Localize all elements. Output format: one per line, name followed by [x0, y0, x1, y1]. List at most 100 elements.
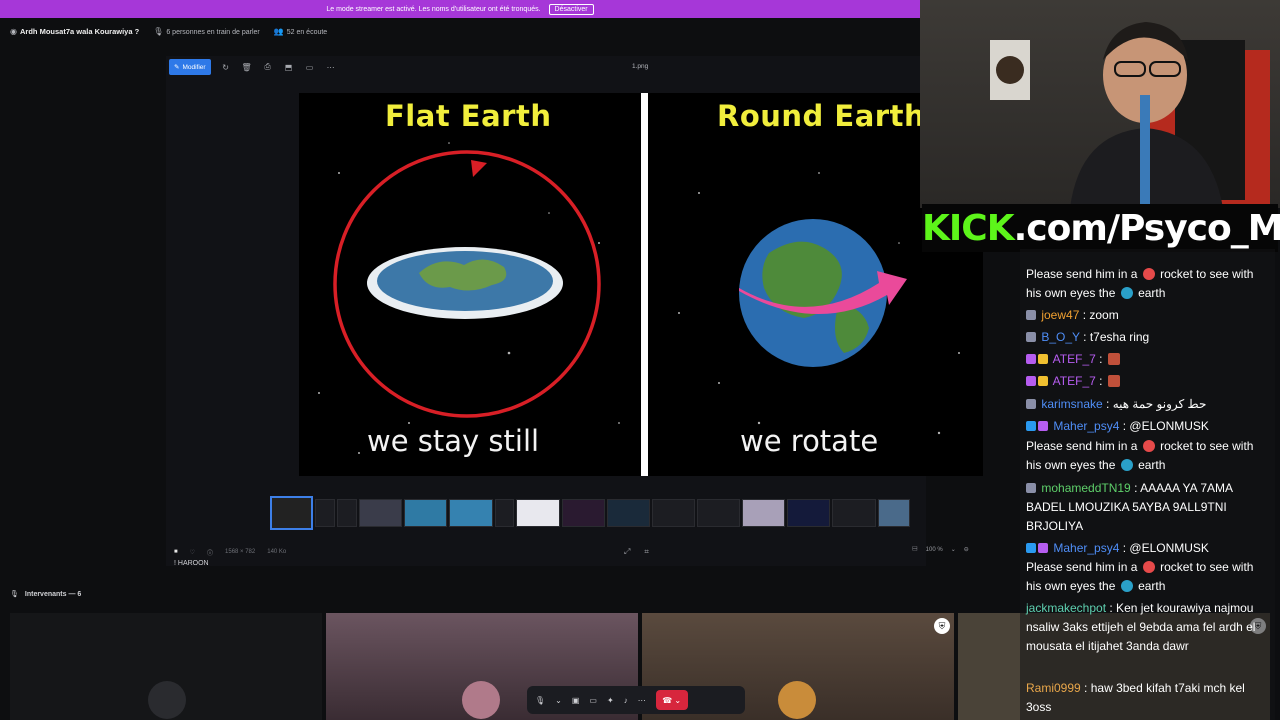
chat-username[interactable]: Maher_psy4	[1053, 419, 1119, 433]
modify-button[interactable]: ✎ Modifier	[169, 59, 211, 75]
app-root: Le mode streamer est activé. Les noms d'…	[0, 0, 1280, 720]
thumbnail[interactable]	[270, 496, 314, 530]
chat-username[interactable]: mohameddTN19	[1041, 481, 1130, 495]
chat-message: Maher_psy4 : @ELONMUSK	[1026, 417, 1271, 436]
speakers-label: Intervenants — 6	[24, 591, 82, 598]
listening-count-wrap: 👥 52 en écoute	[274, 27, 327, 36]
thumbnail[interactable]	[651, 499, 696, 527]
delete-icon[interactable]: 🗑	[241, 61, 253, 73]
chat-username[interactable]: Maher_psy4	[1053, 541, 1119, 555]
chat-username[interactable]: karimsnake	[1041, 397, 1102, 411]
thumbnail[interactable]	[606, 499, 650, 527]
globe-icon	[1120, 459, 1133, 471]
chat-username[interactable]: B_O_Y	[1041, 330, 1079, 344]
save-icon[interactable]: ⬒	[283, 61, 295, 73]
soundboard-icon[interactable]: ♪	[624, 696, 628, 705]
chat-text: : zoom	[1082, 308, 1119, 322]
thumbnail[interactable]	[315, 499, 336, 527]
chat-message: B_O_Y : t7esha ring	[1026, 328, 1271, 347]
chat-username[interactable]: ATEF_7	[1053, 374, 1096, 388]
chat-text: : حط كرونو حمة هيه	[1106, 397, 1207, 411]
crop-icon[interactable]: ⌗	[644, 547, 649, 557]
screen-share-icon[interactable]: ▭	[589, 696, 597, 705]
details-icon[interactable]: ⓘ	[207, 548, 213, 557]
info-icon[interactable]: ▭	[304, 61, 316, 73]
chat-message: karimsnake : حط كرونو حمة هيه	[1026, 395, 1271, 414]
thumbnail[interactable]	[742, 499, 786, 527]
chat-message: mohameddTN19 : AAAAA YA 7AMA BADEL LMOUZ…	[1026, 479, 1271, 536]
badge-icon	[1026, 332, 1036, 342]
leave-call-button[interactable]: ☎ ⌄	[655, 690, 688, 710]
fit-icon[interactable]: ▭	[912, 546, 918, 553]
zoom-bar: ▭ 100 % ⌄ ⊖	[912, 546, 969, 554]
banner-text: Le mode streamer est activé. Les noms d'…	[326, 5, 541, 13]
kick-logo-text: KICK	[922, 207, 1015, 249]
left-caption: we stay still	[367, 424, 540, 458]
viewer-toolbar: ✎ Modifier ↻ 🗑 ⎙ ⬒ ▭ ⋯	[166, 56, 926, 78]
chat-message: Please send him in a rocket to see with …	[1026, 265, 1271, 303]
thumbnail[interactable]	[359, 499, 403, 527]
avatar	[148, 681, 186, 719]
thumbnail[interactable]	[449, 499, 493, 527]
stage-title-wrap: ◉ Ardh Mousat7a wala Kourawiya ?	[10, 27, 139, 36]
thumbnail[interactable]	[787, 499, 831, 527]
badge-icon	[1026, 376, 1036, 386]
disable-streamer-button[interactable]: Désactiver	[548, 3, 594, 15]
badge-icon	[1026, 310, 1036, 320]
activity-icon[interactable]: ✦	[607, 696, 614, 705]
zoom-level[interactable]: 100 %	[926, 547, 943, 553]
print-icon[interactable]: ⎙	[262, 61, 274, 73]
call-controls: 🎙 ⌄ ▣ ▭ ✦ ♪ ⋯ ☎ ⌄	[527, 686, 745, 714]
more-options-icon[interactable]: ⋯	[638, 696, 646, 705]
thumbnail[interactable]	[561, 499, 605, 527]
stage-icon: ◉	[10, 26, 17, 36]
badge-icon	[1026, 399, 1036, 409]
more-icon[interactable]: ⋯	[325, 61, 337, 73]
speaker-tile[interactable]	[10, 613, 322, 720]
chat-username[interactable]: joew47	[1041, 308, 1079, 322]
emote-icon	[1107, 375, 1120, 387]
thumbnail[interactable]	[404, 499, 448, 527]
chat-text: Please send him in a	[1026, 267, 1138, 281]
zoom-dropdown-icon[interactable]: ⌄	[951, 546, 956, 553]
mic-small-icon: 🎙	[10, 591, 19, 598]
chat-text: :	[1099, 352, 1103, 366]
channel-header: ◉ Ardh Mousat7a wala Kourawiya ? 🎙 6 perso…	[0, 18, 920, 44]
badge-icon	[1026, 543, 1036, 553]
favorite-icon[interactable]: ♡	[190, 549, 195, 556]
rotate-icon[interactable]: ↻	[220, 61, 232, 73]
fit-screen-icon[interactable]: ⤢	[624, 547, 630, 557]
listening-count: 52 en écoute	[286, 28, 328, 36]
emote-icon	[1107, 353, 1120, 365]
chat-username[interactable]: Rami0999	[1026, 681, 1081, 695]
badge-icon	[1026, 483, 1036, 493]
mic-icon: 🎙	[153, 26, 164, 36]
listeners-icon: 👥	[273, 26, 284, 36]
thumbnail[interactable]	[832, 499, 876, 527]
chat-message: Maher_psy4 : @ELONMUSK	[1026, 539, 1271, 558]
webcam-feed	[990, 22, 1270, 208]
streamer-webcam	[920, 0, 1280, 208]
speaking-count: 6 personnes en train de parler	[166, 28, 260, 36]
file-name: 1.png	[632, 63, 649, 70]
camera-off-icon[interactable]: ▣	[572, 696, 580, 705]
zoom-out-icon[interactable]: ⊖	[964, 546, 969, 553]
rocket-icon	[1142, 268, 1155, 280]
speaking-count-wrap: 🎙 6 personnes en train de parler	[153, 27, 260, 36]
thumbnail[interactable]	[877, 499, 910, 527]
chat-username[interactable]: ATEF_7	[1053, 352, 1096, 366]
chat-username[interactable]: jackmakechpot	[1026, 601, 1106, 615]
thumbnail[interactable]	[494, 499, 515, 527]
microphone-icon[interactable]: 🎙	[535, 696, 545, 705]
thumbnail[interactable]	[337, 499, 358, 527]
chat-message: Rami0999 : haw 3bed kifah t7aki mch kel …	[1026, 679, 1271, 717]
stage-title: Ardh Mousat7a wala Kourawiya ?	[19, 26, 140, 36]
thumbnail[interactable]	[516, 499, 560, 527]
speakers-header: 🎙 Intervenants — 6	[10, 590, 81, 598]
chevron-down-icon[interactable]: ⌄	[555, 696, 562, 705]
chat-message: Please send him in a rocket to see with …	[1026, 558, 1271, 596]
crown-icon	[1038, 376, 1048, 386]
thumbnail[interactable]	[697, 499, 741, 527]
globe-icon	[1120, 580, 1133, 592]
globe-icon	[1120, 287, 1133, 299]
